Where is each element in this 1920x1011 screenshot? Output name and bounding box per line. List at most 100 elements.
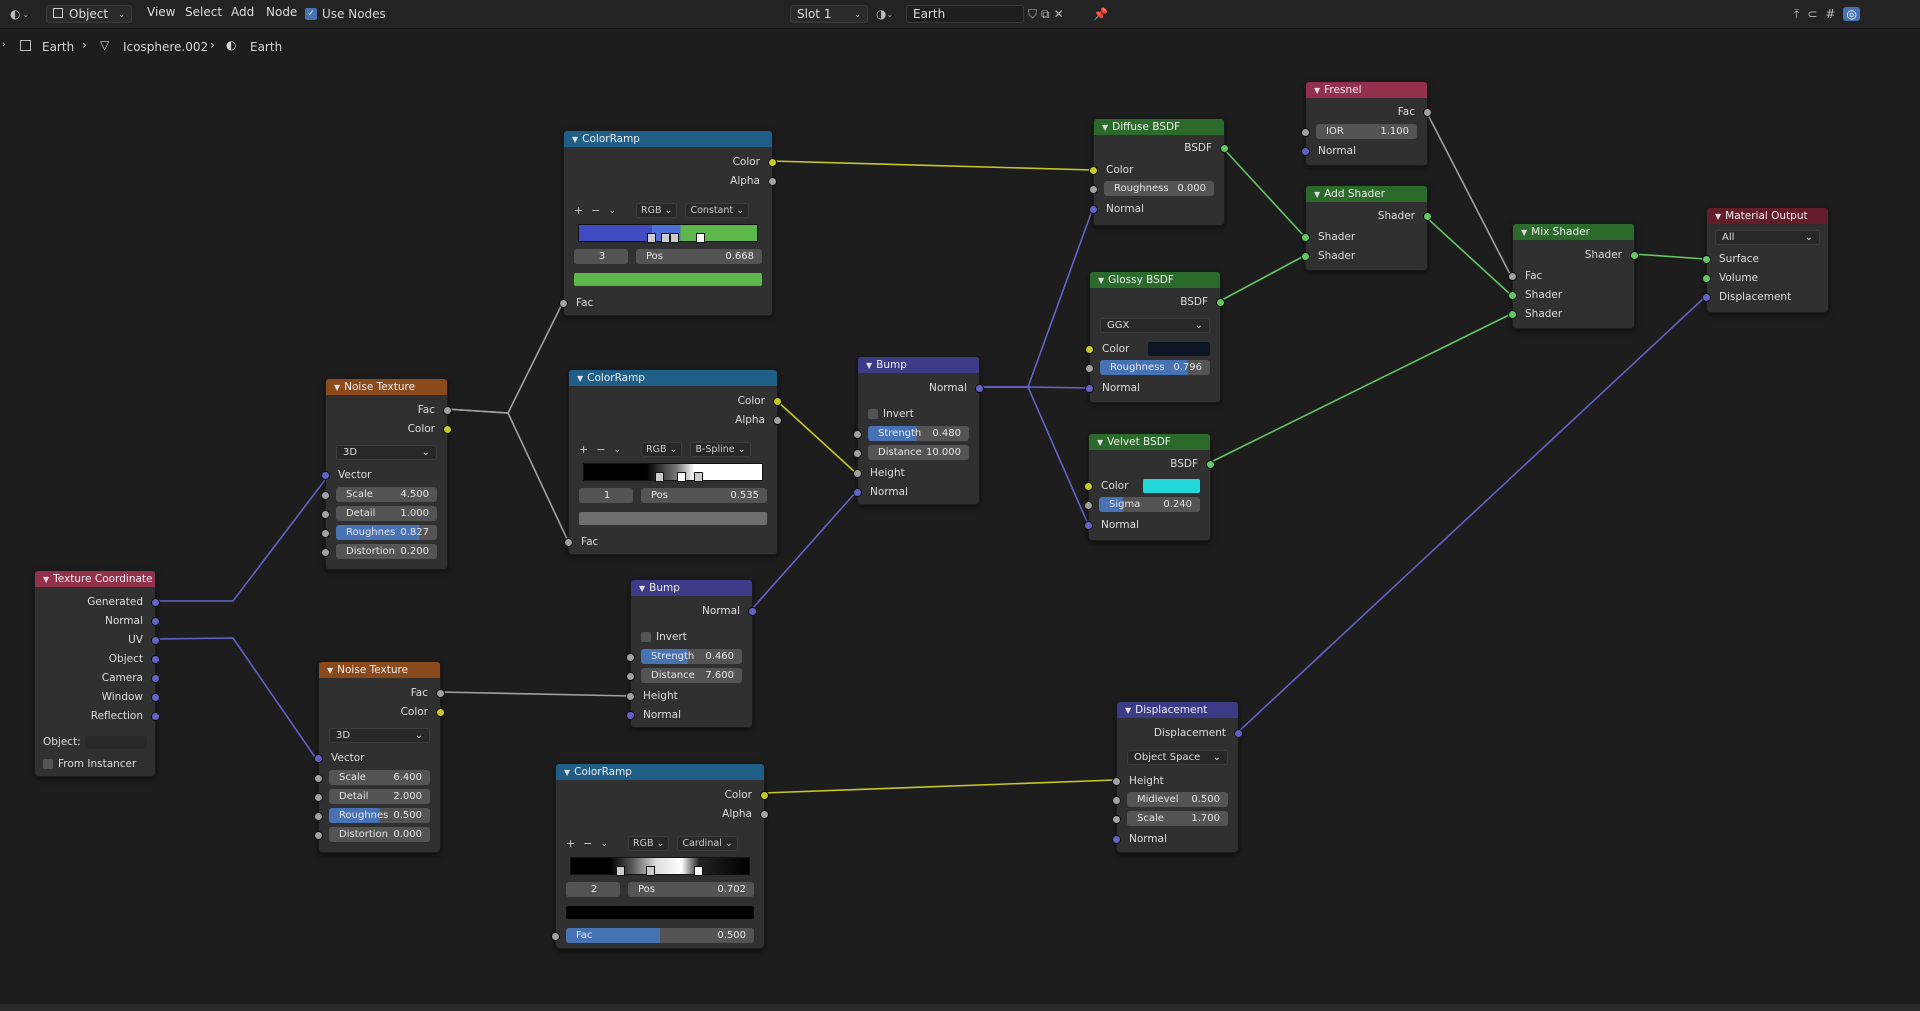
input-socket[interactable] [1508,310,1517,319]
collapse-chevron-icon[interactable]: ▼ [43,572,49,587]
target-dropdown[interactable]: All ⌄ [1707,230,1828,246]
output-socket[interactable] [1423,108,1432,117]
input-socket[interactable] [321,491,330,500]
ramp-stop-handle[interactable] [645,866,655,876]
interpolation-dropdown[interactable]: Constant ⌄ [685,203,750,218]
input-midlevel[interactable]: Midlevel 0.500 [1112,792,1238,808]
color-ramp-bar[interactable] [583,463,763,482]
input-socket[interactable] [1702,274,1711,283]
color-swatch[interactable] [1148,342,1210,356]
input-socket[interactable] [1089,166,1098,175]
output-socket[interactable] [748,607,757,616]
input-socket[interactable] [314,831,323,840]
input-socket[interactable] [1085,384,1094,393]
stop-index-field[interactable]: 2 [566,882,620,897]
output-socket[interactable] [1423,212,1432,221]
dimensions-dropdown[interactable]: 3D ⌄ [326,445,447,461]
input-socket[interactable] [1112,815,1121,824]
collapse-chevron-icon[interactable]: ▼ [639,581,645,596]
input-scale[interactable]: Scale 1.700 [1112,811,1238,827]
input-socket[interactable] [321,529,330,538]
output-socket[interactable] [443,425,452,434]
material-output-node[interactable]: ▼ Material Output All ⌄ Surface Volume Dis… [1702,207,1829,313]
input-socket[interactable] [1112,796,1121,805]
stop-color-swatch[interactable] [574,273,762,286]
collapse-chevron-icon[interactable]: ▼ [334,380,340,395]
stop-index-field[interactable]: 3 [574,249,628,264]
texture-coordinate-node[interactable]: ▼ Texture Coordinate Generated Normal UV … [34,570,160,777]
color-ramp-bar[interactable] [570,857,750,876]
object-picker-field[interactable] [84,735,147,749]
input-socket[interactable] [1702,293,1711,302]
input-roughness[interactable]: Roughnes 0.500 [314,808,440,824]
input-socket[interactable] [1508,272,1517,281]
output-socket[interactable] [1216,298,1225,307]
ramp-stop-handle[interactable] [660,233,670,243]
stop-index-field[interactable]: 1 [579,488,633,503]
input-distortion[interactable]: Distortion 0.200 [321,544,447,560]
output-socket[interactable] [1234,729,1243,738]
chevron-down-icon[interactable]: ⌄ [608,206,616,216]
input-sigma[interactable]: Sigma 0.240 [1084,497,1210,513]
output-socket[interactable] [760,810,769,819]
output-socket[interactable] [975,384,984,393]
input-strength[interactable]: Strength 0.460 [626,649,752,665]
ramp-stop-handle-active[interactable] [696,233,706,243]
ramp-stop-handle[interactable] [615,866,625,876]
input-roughness[interactable]: Roughness 0.000 [1089,181,1224,197]
ramp-stop-handle[interactable] [646,233,656,243]
ramp-stop-handle[interactable] [655,472,665,482]
collapse-chevron-icon[interactable]: ▼ [866,358,872,373]
noise-texture-node-1[interactable]: ▼ Noise Texture Fac Color 3D ⌄ Vector Scal… [321,378,452,570]
remove-stop-icon[interactable]: − [591,204,600,217]
input-socket[interactable] [1084,501,1093,510]
collapse-chevron-icon[interactable]: ▼ [564,765,570,780]
invert-checkbox[interactable]: Invert [858,406,979,422]
ramp-stop-handle[interactable] [669,233,679,243]
input-socket[interactable] [853,469,862,478]
input-strength[interactable]: Strength 0.480 [853,426,979,442]
stop-position-field[interactable]: Pos 0.668 [636,249,762,264]
input-distance[interactable]: Distance 10.000 [853,445,979,461]
color-mode-dropdown[interactable]: RGB ⌄ [635,203,678,218]
input-socket[interactable] [321,510,330,519]
output-socket[interactable] [1630,251,1639,260]
output-socket[interactable] [760,791,769,800]
interpolation-dropdown[interactable]: Cardinal ⌄ [677,836,738,851]
input-socket[interactable] [1085,345,1094,354]
input-roughness[interactable]: Roughness 0.796 [1085,360,1220,376]
input-scale[interactable]: Scale 6.400 [314,770,440,786]
input-color[interactable]: Color [1084,478,1210,494]
collapse-chevron-icon[interactable]: ▼ [327,663,333,678]
input-socket[interactable] [1112,777,1121,786]
input-socket[interactable] [559,299,568,308]
output-socket[interactable] [151,693,160,702]
output-socket[interactable] [1206,460,1215,469]
ramp-stop-handle[interactable] [694,472,704,482]
input-socket[interactable] [853,449,862,458]
input-socket[interactable] [1112,835,1121,844]
input-socket[interactable] [1702,255,1711,264]
velvet-bsdf-node[interactable]: ▼ Velvet BSDF BSDF Color Sigma 0.240 Norma… [1084,433,1215,541]
bump-node-2[interactable]: ▼ Bump Normal Invert Strength 0.460 Distan… [626,579,757,728]
collapse-chevron-icon[interactable]: ▼ [1102,120,1108,135]
input-scale[interactable]: Scale 4.500 [321,487,447,503]
distribution-dropdown[interactable]: GGX ⌄ [1090,318,1220,334]
input-detail[interactable]: Detail 2.000 [314,789,440,805]
output-socket[interactable] [768,158,777,167]
input-socket[interactable] [626,711,635,720]
input-socket[interactable] [321,548,330,557]
input-socket[interactable] [626,692,635,701]
output-socket[interactable] [773,397,782,406]
add-stop-icon[interactable]: + [579,443,588,456]
bump-node-1[interactable]: ▼ Bump Normal Invert Strength 0.480 Distan… [853,356,984,505]
chevron-down-icon[interactable]: ⌄ [613,445,621,455]
input-socket[interactable] [551,932,560,941]
input-socket[interactable] [1089,185,1098,194]
input-roughness[interactable]: Roughnes 0.827 [321,525,447,541]
ramp-stop-handle-active[interactable] [693,866,703,876]
invert-checkbox[interactable]: Invert [631,629,752,645]
noise-texture-node-2[interactable]: ▼ Noise Texture Fac Color 3D ⌄ Vector Scal… [314,661,445,853]
input-color[interactable]: Color [1085,341,1220,357]
input-socket[interactable] [626,653,635,662]
